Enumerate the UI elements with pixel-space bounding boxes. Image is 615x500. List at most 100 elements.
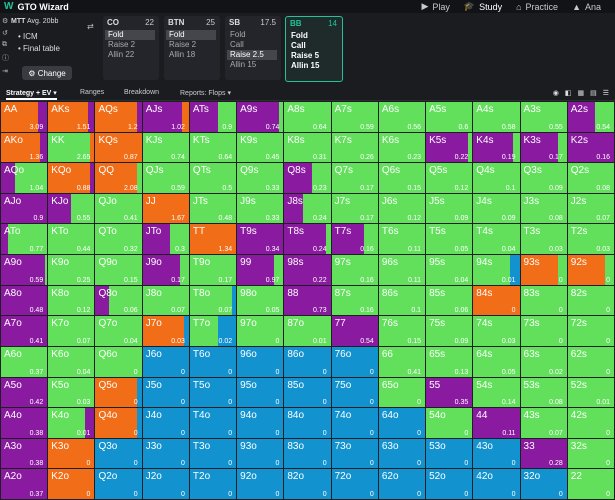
hand-cell-j8s[interactable]: J8s 0.24 — [284, 193, 332, 225]
hand-cell-74s[interactable]: 74s 0.03 — [473, 316, 521, 347]
nav-study[interactable]: 🎓 Study — [464, 1, 502, 12]
action-option[interactable]: Fold — [166, 30, 216, 40]
hand-cell-65s[interactable]: 65s 0.13 — [426, 346, 474, 378]
hand-cell-95o[interactable]: 95o 0 — [237, 377, 285, 409]
hand-cell-q9o[interactable]: Q9o 0.15 — [95, 255, 143, 286]
reset-icon[interactable]: ↺ — [2, 29, 9, 37]
hand-cell-86o[interactable]: 86o 0 — [284, 346, 332, 378]
hand-cell-82s[interactable]: 82s 0 — [567, 285, 615, 317]
hand-cell-j4o[interactable]: J4o 0 — [142, 408, 190, 439]
hand-cell-q4o[interactable]: Q4o 0 — [95, 408, 143, 439]
action-option[interactable]: Allin 18 — [166, 50, 216, 60]
hand-cell-72o[interactable]: 72o 0 — [331, 469, 379, 500]
hand-cell-q8o[interactable]: Q8o 0.06 — [95, 285, 143, 317]
hand-cell-a3o[interactable]: A3o 0.38 — [1, 438, 49, 470]
hand-cell-k6s[interactable]: K6s 0.23 — [378, 132, 427, 164]
hand-cell-kqo[interactable]: KQo 0.88 — [48, 163, 96, 194]
hand-cell-jto[interactable]: JTo 0.3 — [142, 224, 190, 256]
hand-cell-62o[interactable]: 62o 0 — [378, 469, 427, 500]
position-sb[interactable]: SB 17.5 Fold Call Raise 2.5 Allin 15 — [225, 16, 281, 80]
hand-cell-87o[interactable]: 87o 0.01 — [284, 316, 332, 347]
hand-cell-kts[interactable]: KTs 0.64 — [189, 132, 238, 164]
hand-cell-j7s[interactable]: J7s 0.17 — [331, 193, 379, 225]
swap-icon[interactable]: ⇄ — [87, 22, 94, 31]
hand-cell-82o[interactable]: 82o 0 — [284, 469, 332, 500]
hand-cell-j3o[interactable]: J3o 0 — [142, 438, 190, 470]
hand-cell-ats[interactable]: ATs 0.9 — [189, 102, 238, 133]
hand-cell-kjs[interactable]: KJs 0.74 — [142, 132, 190, 164]
hand-cell-tt[interactable]: TT 1.34 — [189, 224, 238, 256]
hand-cell-t3s[interactable]: T3s 0.03 — [520, 224, 568, 256]
hand-cell-77[interactable]: 77 0.54 — [331, 316, 379, 347]
hand-cell-93s[interactable]: 93s 0 — [520, 255, 568, 286]
hand-cell-53s[interactable]: 53s 0.08 — [520, 377, 568, 409]
hand-cell-q8s[interactable]: Q8s 0.23 — [284, 163, 332, 194]
hand-cell-k6o[interactable]: K6o 0.04 — [48, 346, 96, 378]
tab-strategy-ev[interactable]: Strategy + EV ▾ — [6, 89, 57, 100]
hand-cell-52o[interactable]: 52o 0 — [426, 469, 474, 500]
hand-cell-a6s[interactable]: A6s 0.56 — [378, 102, 427, 133]
action-option[interactable]: Call — [288, 41, 338, 51]
hand-cell-k7o[interactable]: K7o 0.07 — [48, 316, 96, 347]
hand-cell-t8s[interactable]: T8s 0.24 — [284, 224, 332, 256]
palette-icon[interactable]: ◉ — [553, 89, 559, 97]
hand-cell-63s[interactable]: 63s 0.02 — [520, 346, 568, 378]
hand-cell-aqo[interactable]: AQo 1.04 — [1, 163, 49, 194]
hand-cell-93o[interactable]: 93o 0 — [237, 438, 285, 470]
hand-cell-43s[interactable]: 43s 0.07 — [520, 408, 568, 439]
hand-cell-54o[interactable]: 54o 0 — [426, 408, 474, 439]
hand-cell-q9s[interactable]: Q9s 0.33 — [237, 163, 285, 194]
hand-cell-j3s[interactable]: J3s 0.08 — [520, 193, 568, 225]
hand-cell-aa[interactable]: AA 3.09 — [1, 102, 49, 133]
hand-cell-t4o[interactable]: T4o 0 — [189, 408, 238, 439]
hand-cell-k3s[interactable]: K3s 0.17 — [520, 132, 568, 164]
action-option[interactable]: Fold — [105, 30, 155, 40]
logo[interactable]: W GTO Wizard — [4, 1, 69, 12]
hand-cell-94o[interactable]: 94o 0 — [237, 408, 285, 439]
hand-cell-kjo[interactable]: KJo 0.55 — [48, 193, 96, 225]
action-option[interactable]: Allin 15 — [288, 61, 338, 71]
hand-cell-j8o[interactable]: J8o 0.07 — [142, 285, 190, 317]
hand-cell-a3s[interactable]: A3s 0.55 — [520, 102, 568, 133]
action-option[interactable]: Raise 2 — [166, 40, 216, 50]
hand-cell-87s[interactable]: 87s 0.16 — [331, 285, 379, 317]
hand-cell-k5o[interactable]: K5o 0.03 — [48, 377, 96, 409]
hand-cell-t2s[interactable]: T2s 0.03 — [567, 224, 615, 256]
hand-cell-ato[interactable]: ATo 0.77 — [1, 224, 49, 256]
list-icon[interactable]: ☰ — [603, 89, 609, 97]
hand-cell-k5s[interactable]: K5s 0.22 — [426, 132, 474, 164]
hand-cell-95s[interactable]: 95s 0.04 — [426, 255, 474, 286]
hand-cell-63o[interactable]: 63o 0 — [378, 438, 427, 470]
hand-cell-qjo[interactable]: QJo 0.41 — [95, 193, 143, 225]
hand-cell-76s[interactable]: 76s 0.15 — [378, 316, 427, 347]
hand-cell-k9s[interactable]: K9s 0.45 — [237, 132, 285, 164]
position-bb[interactable]: BB 14 Fold Call Raise 5 Allin 15 — [285, 16, 343, 82]
hand-cell-k4s[interactable]: K4s 0.19 — [473, 132, 521, 164]
hand-cell-98s[interactable]: 98s 0.22 — [284, 255, 332, 286]
hand-cell-75o[interactable]: 75o 0 — [331, 377, 379, 409]
hand-cell-t6s[interactable]: T6s 0.11 — [378, 224, 427, 256]
table-icon[interactable]: ▤ — [590, 89, 597, 97]
hand-cell-83o[interactable]: 83o 0 — [284, 438, 332, 470]
hand-cell-42o[interactable]: 42o 0 — [473, 469, 521, 500]
hand-cell-ako[interactable]: AKo 1.36 — [1, 132, 49, 164]
hand-cell-aks[interactable]: AKs 1.51 — [48, 102, 96, 133]
action-option[interactable]: Allin 15 — [227, 60, 277, 70]
hand-cell-t9s[interactable]: T9s 0.34 — [237, 224, 285, 256]
info-icon[interactable]: ⓘ — [2, 53, 9, 63]
layout-icon[interactable]: ◧ — [565, 89, 572, 97]
action-option[interactable]: Allin 22 — [105, 50, 155, 60]
hand-cell-j4s[interactable]: J4s 0.09 — [473, 193, 521, 225]
hand-cell-q5s[interactable]: Q5s 0.12 — [426, 163, 474, 194]
hand-cell-66[interactable]: 66 0.41 — [378, 346, 427, 378]
hand-cell-75s[interactable]: 75s 0.09 — [426, 316, 474, 347]
hand-cell-k3o[interactable]: K3o 0 — [48, 438, 96, 470]
hand-cell-q7s[interactable]: Q7s 0.17 — [331, 163, 379, 194]
nav-ana[interactable]: ▲ Ana — [572, 2, 601, 12]
hand-cell-a4o[interactable]: A4o 0.38 — [1, 408, 49, 439]
hand-cell-t7o[interactable]: T7o 0.02 — [189, 316, 238, 347]
hand-cell-k7s[interactable]: K7s 0.26 — [331, 132, 379, 164]
hand-cell-k2o[interactable]: K2o 0 — [48, 469, 96, 500]
hand-cell-a7o[interactable]: A7o 0.41 — [1, 316, 49, 347]
hand-cell-32o[interactable]: 32o 0 — [520, 469, 568, 500]
